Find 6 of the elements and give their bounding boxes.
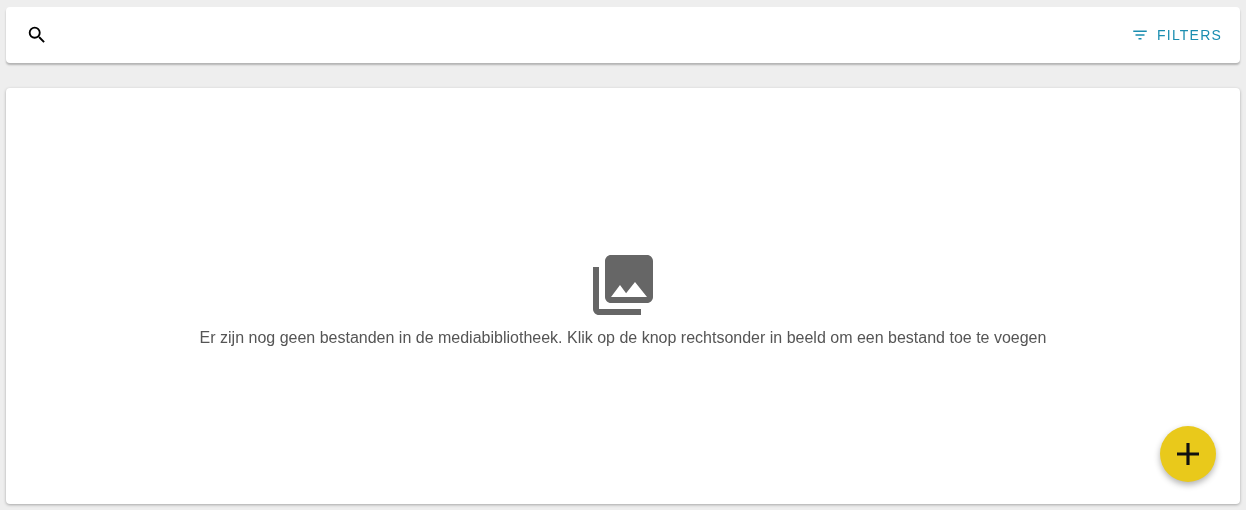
search-icon (26, 24, 48, 46)
add-button[interactable] (1160, 426, 1216, 482)
photo-library-icon (593, 255, 653, 315)
plus-icon (1177, 443, 1199, 465)
filters-button[interactable]: FILTERS (1129, 20, 1224, 50)
empty-message: Er zijn nog geen bestanden in de mediabibliotheek. Klik op de knop rechtsonder in beeld om een bestand toe te voegen (199, 329, 1047, 347)
